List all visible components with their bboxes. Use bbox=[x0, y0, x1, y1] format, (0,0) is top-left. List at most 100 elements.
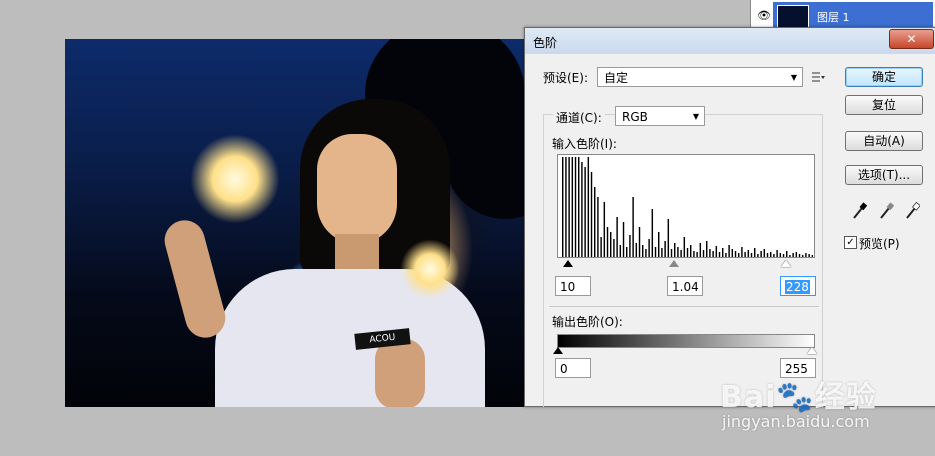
histogram-bar bbox=[782, 254, 785, 257]
histogram-bar bbox=[571, 157, 574, 257]
histogram-bar bbox=[690, 245, 692, 257]
histogram-bar bbox=[610, 232, 612, 257]
levels-divider bbox=[549, 306, 819, 307]
preview-checkbox[interactable]: ✓ bbox=[844, 236, 857, 249]
histogram-bar bbox=[590, 172, 593, 257]
histogram-bar bbox=[747, 250, 750, 257]
gray-eyedropper-icon[interactable] bbox=[878, 202, 894, 220]
histogram-bar bbox=[645, 249, 647, 257]
ok-button[interactable]: 确定 bbox=[845, 67, 923, 87]
input-black-slider[interactable] bbox=[563, 260, 573, 267]
histogram-bar bbox=[664, 241, 666, 257]
histogram-bar bbox=[734, 251, 737, 257]
output-white-slider[interactable] bbox=[807, 347, 817, 354]
histogram-bar bbox=[776, 250, 778, 257]
histogram-bar bbox=[568, 157, 570, 257]
input-white-field[interactable]: 228 bbox=[780, 276, 816, 296]
histogram-bar bbox=[632, 197, 634, 257]
channel-select[interactable]: RGB ▼ bbox=[615, 106, 705, 126]
face bbox=[317, 134, 397, 244]
input-levels-label: 输入色阶(I): bbox=[552, 137, 617, 151]
histogram-bar bbox=[606, 227, 609, 257]
watermark-url: jingyan.baidu.com bbox=[722, 412, 870, 431]
histogram-bar bbox=[616, 217, 618, 257]
histogram-bar bbox=[581, 162, 583, 257]
auto-button[interactable]: 自动(A) bbox=[845, 131, 923, 151]
histogram-bar bbox=[715, 246, 718, 257]
photo-canvas[interactable]: ACOU bbox=[65, 39, 527, 407]
histogram-bar bbox=[760, 251, 762, 257]
histogram-bar bbox=[683, 237, 686, 257]
histogram-bar bbox=[795, 252, 798, 257]
histogram-bar bbox=[722, 248, 724, 257]
output-levels-label: 输出色阶(O): bbox=[552, 315, 623, 329]
levels-dialog: 色阶 ✕ 预设(E): 自定 ▼ 通道(C): RGB ▼ 输入色阶(I): 1… bbox=[524, 27, 935, 407]
neck bbox=[335, 234, 379, 274]
preset-select[interactable]: 自定 ▼ bbox=[597, 67, 803, 87]
histogram-bar bbox=[805, 253, 807, 257]
histogram-bar bbox=[763, 249, 766, 257]
histogram-bar bbox=[603, 202, 606, 257]
reset-button[interactable]: 复位 bbox=[845, 95, 923, 115]
histogram-bar bbox=[686, 248, 689, 257]
histogram-bar bbox=[789, 255, 791, 257]
layer-row[interactable]: 图层 1 bbox=[773, 2, 933, 30]
histogram-bar bbox=[626, 247, 628, 257]
sparkler-left bbox=[190, 134, 280, 224]
histogram-bar bbox=[587, 157, 590, 257]
eye-icon[interactable]: 👁 bbox=[755, 6, 774, 26]
histogram-bar bbox=[594, 187, 596, 257]
histogram-bar bbox=[706, 241, 708, 257]
histogram-bar bbox=[738, 253, 740, 257]
histogram-bar bbox=[667, 219, 670, 257]
histogram-bar bbox=[613, 239, 615, 257]
histogram-bar bbox=[712, 251, 714, 257]
histogram-bar bbox=[622, 222, 625, 257]
histogram-bar bbox=[754, 248, 756, 257]
histogram-bar bbox=[642, 245, 644, 257]
layer-name: 图层 1 bbox=[817, 11, 850, 24]
histogram-bar bbox=[757, 254, 759, 257]
histogram-bar bbox=[635, 243, 638, 257]
right-hand bbox=[375, 339, 425, 407]
close-button[interactable]: ✕ bbox=[889, 29, 934, 49]
black-eyedropper-icon[interactable] bbox=[851, 202, 867, 220]
output-black-slider[interactable] bbox=[553, 347, 563, 354]
input-white-slider[interactable] bbox=[781, 260, 791, 267]
dialog-title: 色阶 bbox=[533, 36, 558, 50]
output-black-field[interactable]: 0 bbox=[555, 358, 591, 378]
histogram-bar bbox=[699, 243, 702, 257]
histogram-bar bbox=[702, 250, 705, 257]
histogram-bar bbox=[750, 253, 753, 257]
histogram-bar bbox=[725, 253, 727, 257]
histogram-bar bbox=[574, 157, 577, 257]
preview-label: 预览(P) bbox=[859, 237, 900, 251]
options-button[interactable]: 选项(T)... bbox=[845, 165, 923, 185]
layer-thumbnail bbox=[777, 5, 809, 29]
channel-label: 通道(C): bbox=[553, 109, 605, 126]
watermark-logo: Bai🐾经验 bbox=[720, 380, 877, 415]
input-black-field[interactable]: 10 bbox=[555, 276, 591, 296]
dialog-titlebar[interactable]: 色阶 ✕ bbox=[525, 28, 935, 54]
histogram-bar bbox=[770, 252, 772, 257]
histogram-bar bbox=[600, 237, 602, 257]
histogram-bar bbox=[773, 254, 775, 257]
histogram-bar bbox=[658, 232, 660, 257]
histogram-bar bbox=[597, 197, 599, 257]
input-gamma-field[interactable]: 1.04 bbox=[667, 276, 703, 296]
preset-options-icon[interactable] bbox=[811, 70, 825, 84]
histogram-bar bbox=[728, 245, 730, 257]
chevron-down-icon: ▼ bbox=[790, 73, 797, 82]
input-white-value: 228 bbox=[785, 280, 810, 294]
white-eyedropper-icon[interactable] bbox=[904, 202, 920, 220]
histogram-bar bbox=[651, 209, 654, 257]
histogram-bar bbox=[629, 235, 631, 257]
histogram-bar bbox=[798, 254, 801, 257]
histogram-bar bbox=[718, 252, 721, 257]
input-gamma-slider[interactable] bbox=[669, 260, 679, 267]
histogram-bar bbox=[709, 249, 711, 257]
histogram-bar bbox=[677, 247, 679, 257]
histogram-bar bbox=[731, 249, 734, 257]
histogram-bar bbox=[670, 249, 673, 257]
channel-value: RGB bbox=[622, 110, 648, 124]
